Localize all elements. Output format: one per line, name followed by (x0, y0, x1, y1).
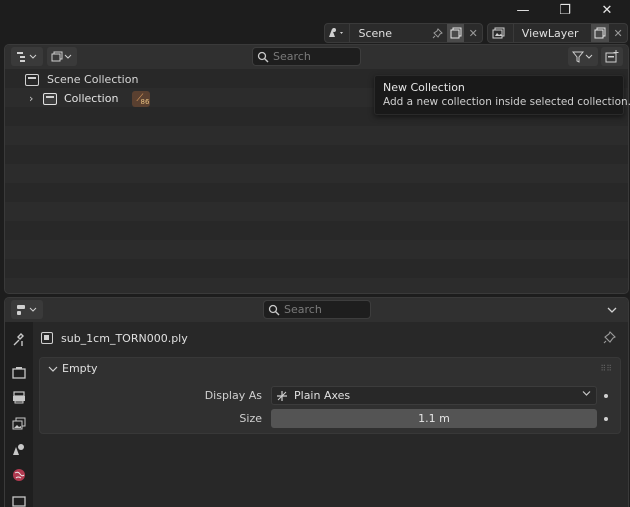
keyframe-dot-icon[interactable] (604, 417, 608, 421)
world-tab-icon[interactable] (8, 464, 30, 486)
tooltip-title: New Collection (383, 81, 465, 94)
filter-button[interactable] (568, 47, 598, 66)
properties-header (5, 298, 628, 322)
tree-row-label: Scene Collection (47, 73, 139, 86)
plain-axes-icon (277, 390, 287, 401)
close-button[interactable]: ✕ (586, 0, 628, 20)
size-field[interactable]: 1.1 m (271, 409, 597, 428)
display-as-dropdown[interactable]: Plain Axes (271, 386, 597, 405)
pin-icon[interactable] (603, 331, 616, 347)
tool-tab-icon[interactable] (8, 329, 30, 351)
properties-search[interactable] (263, 300, 371, 319)
tree-row-label: Collection (64, 92, 119, 105)
keyframe-dot-icon[interactable] (604, 394, 608, 398)
empty-panel: Empty ⠿⠿ Display As Plain Axes Size 1.1 … (39, 357, 621, 434)
scene-name[interactable]: Scene (350, 24, 429, 42)
editor-type-button[interactable] (11, 300, 43, 319)
minimize-button[interactable]: — (502, 0, 544, 20)
bone-icon: ⟋ (136, 92, 144, 104)
properties-search-input[interactable] (284, 303, 364, 316)
display-as-label: Display As (204, 389, 262, 402)
output-tab-icon[interactable] (8, 386, 30, 408)
scene-selector: Scene ✕ (324, 23, 483, 43)
render-tab-icon[interactable] (8, 361, 30, 383)
scene-icon[interactable] (325, 24, 351, 42)
object-icon (41, 332, 53, 344)
drag-grip-icon[interactable]: ⠿⠿ (600, 364, 612, 373)
properties-tabs (5, 322, 33, 507)
pin-icon[interactable] (429, 24, 447, 42)
tree-row-scene-collection[interactable]: Scene Collection (25, 70, 138, 89)
tooltip: New Collection Add a new collection insi… (374, 75, 630, 115)
chevron-down-icon (48, 366, 58, 372)
panel-title: Empty (62, 362, 98, 375)
empty-panel-header[interactable]: Empty (48, 362, 97, 375)
view-layer-selector: ViewLayer ✕ (487, 23, 628, 43)
tooltip-description: Add a new collection inside selected col… (383, 96, 630, 108)
properties-editor: sub_1cm_TORN000.ply Empty ⠿⠿ Display As … (4, 297, 629, 507)
editor-type-button[interactable] (11, 47, 43, 66)
tree-row-collection[interactable]: › Collection ⟋ 86 (29, 89, 151, 108)
delete-view-layer-icon[interactable]: ✕ (609, 24, 627, 42)
new-view-layer-icon[interactable] (591, 24, 610, 42)
new-scene-icon[interactable] (446, 24, 465, 42)
search-icon (253, 51, 273, 63)
outliner-search-input[interactable] (273, 50, 353, 63)
armature-badge[interactable]: ⟋ 86 (132, 90, 151, 107)
maximize-button[interactable]: ❐ (544, 0, 586, 20)
top-bar: — ❐ ✕ Scene ✕ ViewLayer ✕ (0, 0, 630, 44)
view-layer-tab-icon[interactable] (8, 412, 30, 434)
search-icon (264, 304, 284, 316)
collection-icon (25, 73, 39, 86)
size-value: 1.1 m (418, 412, 450, 425)
new-collection-button[interactable] (601, 47, 623, 66)
chevron-down-icon[interactable] (602, 300, 622, 319)
size-label: Size (239, 412, 262, 425)
collection-icon (43, 92, 57, 105)
chevron-right-icon[interactable]: › (29, 92, 39, 105)
outliner-header (5, 45, 628, 69)
view-layer-name[interactable]: ViewLayer (514, 24, 592, 42)
view-layer-icon[interactable] (488, 24, 514, 42)
outliner-search[interactable] (252, 47, 361, 66)
scene-tab-icon[interactable] (8, 438, 30, 460)
object-name-row: sub_1cm_TORN000.ply (41, 328, 188, 348)
collection-tab-icon[interactable] (8, 490, 30, 507)
object-name: sub_1cm_TORN000.ply (61, 331, 188, 345)
chevron-down-icon (582, 389, 591, 400)
delete-scene-icon[interactable]: ✕ (464, 24, 482, 42)
display-as-value: Plain Axes (294, 389, 351, 402)
display-mode-button[interactable] (47, 47, 77, 66)
